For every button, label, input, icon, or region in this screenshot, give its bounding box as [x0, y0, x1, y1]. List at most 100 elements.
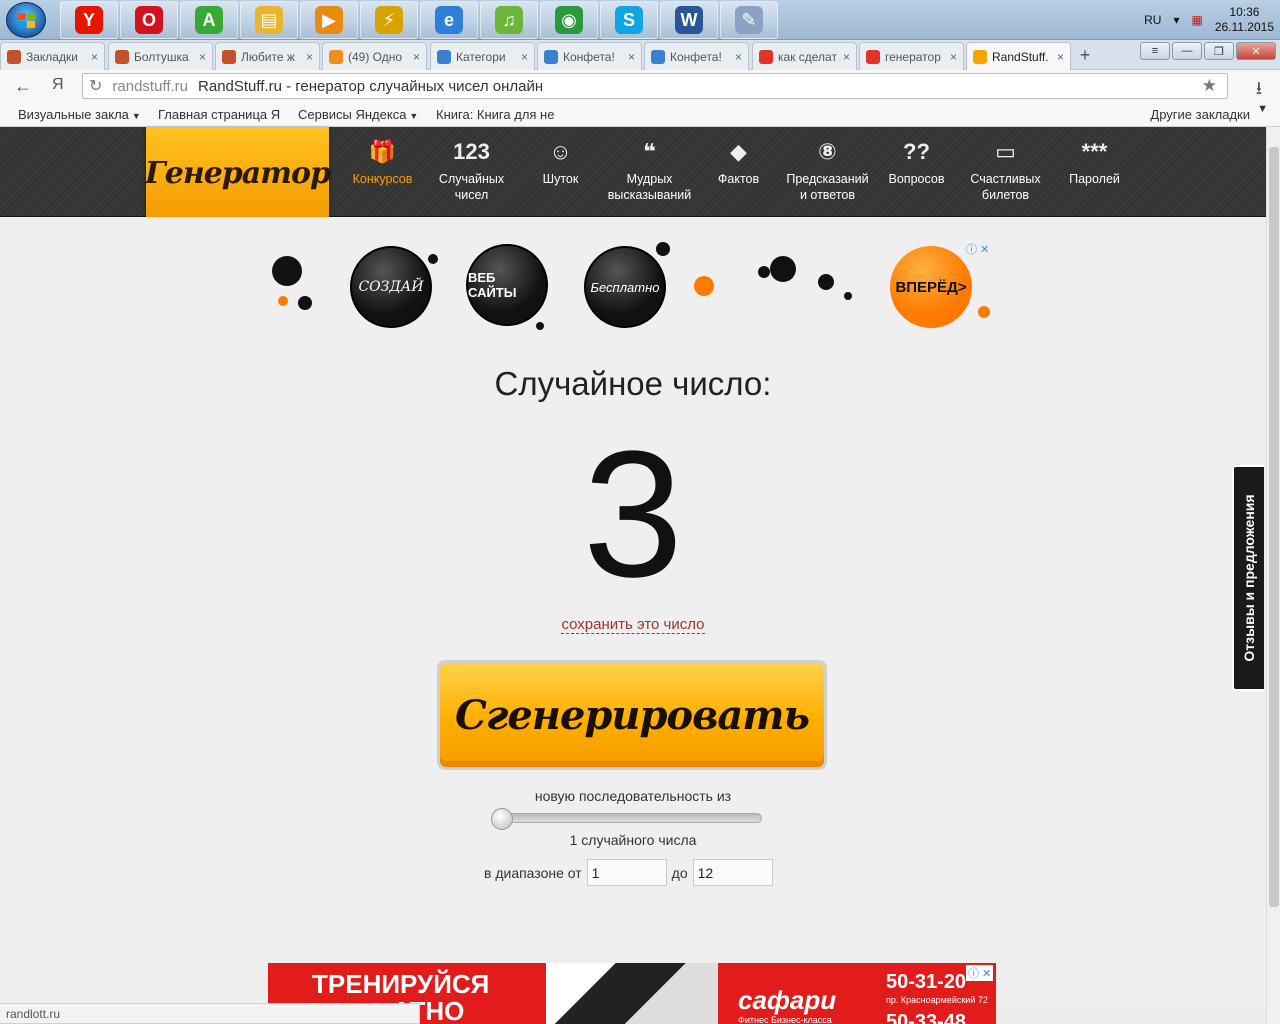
site-nav-item[interactable]: ◆ Фактов [694, 133, 783, 203]
count-label: 1 случайного числа [569, 832, 697, 848]
language-indicator[interactable]: RU [1144, 13, 1161, 27]
site-nav-item[interactable]: ☺ Шуток [516, 133, 605, 203]
tab-close-icon[interactable]: × [413, 50, 420, 64]
taskbar-app-green-app[interactable]: A [180, 1, 238, 39]
menu-icon[interactable]: ≡ [1140, 42, 1170, 60]
restore-icon[interactable]: ❐ [1204, 42, 1234, 60]
range-from-input[interactable] [586, 859, 667, 886]
minimize-icon[interactable]: — [1172, 42, 1202, 60]
clock-time: 10:36 [1229, 5, 1260, 19]
slider-knob[interactable] [491, 808, 513, 830]
bookmark-item[interactable]: Визуальные закла ▼ [18, 107, 141, 122]
scrollbar[interactable] [1266, 127, 1280, 1024]
browser-tab[interactable]: Закладки × [0, 42, 105, 70]
tab-label: Конфета! [563, 49, 615, 64]
reload-icon[interactable]: ↻ [89, 76, 102, 96]
other-bookmarks[interactable]: Другие закладки [1150, 107, 1250, 122]
tab-close-icon[interactable]: × [843, 50, 850, 64]
generate-button[interactable]: Сгенерировать [437, 660, 827, 770]
tab-label: Любите ж [241, 49, 295, 64]
taskbar-app-winamp[interactable]: ⚡ [360, 1, 418, 39]
taskbar-app-music-app[interactable]: ♫ [480, 1, 538, 39]
ad-close-icon[interactable]: ⓘ ✕ [966, 965, 994, 981]
site-nav-item[interactable]: 🎁 Конкурсов [338, 133, 427, 203]
browser-tab[interactable]: генератор × [859, 42, 964, 70]
tab-label: Категори [456, 49, 506, 64]
site-logo[interactable]: Генератор [145, 127, 331, 220]
site-nav-item[interactable]: 123 Случайных чисел [427, 133, 516, 203]
tab-close-icon[interactable]: × [199, 50, 206, 64]
taskbar-app-explorer[interactable]: ▤ [240, 1, 298, 39]
browser-tab[interactable]: как сделат × [752, 42, 857, 70]
save-number-link[interactable]: сохранить это число [561, 616, 705, 634]
browser-tab[interactable]: Конфета! × [537, 42, 642, 70]
favicon-icon [115, 49, 129, 64]
favicon-icon [759, 49, 773, 64]
tab-close-icon[interactable]: × [950, 50, 957, 64]
range-row: в диапазоне от до [484, 859, 778, 886]
browser-tab[interactable]: Категори × [430, 42, 535, 70]
windows-logo-icon [18, 13, 36, 29]
browser-tab[interactable]: Конфета! × [644, 42, 749, 70]
taskbar-app-word[interactable]: W [660, 1, 718, 39]
favicon-icon [7, 49, 21, 64]
taskbar-app-paint[interactable]: ✎ [720, 1, 778, 39]
tab-close-icon[interactable]: × [735, 50, 742, 64]
chevron-down-icon[interactable]: ▼ [1257, 103, 1268, 115]
new-tab-button[interactable]: + [1073, 46, 1097, 66]
tab-label: (49) Одно [348, 49, 403, 64]
taskbar-app-opera[interactable]: O [120, 1, 178, 39]
nav-label-2: высказываний [607, 188, 692, 202]
scrollbar-thumb[interactable] [1269, 147, 1279, 907]
start-button[interactable] [6, 2, 46, 38]
taskbar-app-internet-explorer[interactable]: e [420, 1, 478, 39]
generate-button-face: Сгенерировать [440, 663, 824, 767]
chevron-down-icon[interactable]: ▾ [1173, 13, 1179, 27]
taskbar-app-skype[interactable]: S [600, 1, 658, 39]
tab-close-icon[interactable]: × [628, 50, 635, 64]
site-nav-item[interactable]: ❝ Мудрых высказываний [605, 133, 694, 203]
browser-tab[interactable]: Болтушка × [108, 42, 213, 70]
tab-close-icon[interactable]: × [521, 50, 528, 64]
browser-tab[interactable]: RandStuff. × [966, 42, 1071, 71]
favicon-icon [544, 49, 558, 64]
range-to-input[interactable] [692, 859, 773, 886]
bookmark-item[interactable]: Сервисы Яндекса ▼ [298, 107, 418, 122]
ad-close-icon[interactable]: ⓘ ✕ [966, 241, 989, 257]
chevron-down-icon: ▼ [409, 111, 419, 121]
back-arrow-icon[interactable]: ← [14, 76, 32, 97]
ad-banner[interactable]: СОЗДАЙ ВЕБ САЙТЫ Бесплатно ВПЕРЁД> [268, 240, 998, 335]
taskbar-app-yandex-browser[interactable]: Y [60, 1, 118, 39]
url-host: randstuff.ru [112, 77, 189, 95]
site-nav-item[interactable]: ▭ Счастливых билетов [961, 133, 1050, 203]
close-icon[interactable]: ✕ [1236, 42, 1276, 60]
network-icon[interactable]: ▦ [1191, 13, 1202, 27]
tab-label: Болтушка [134, 49, 189, 64]
site-nav-item[interactable]: ?? Вопросов [872, 133, 961, 203]
tab-close-icon[interactable]: × [1057, 50, 1064, 64]
yandex-icon[interactable]: Я [52, 76, 64, 94]
ad-go-button[interactable]: ВПЕРЁД> [890, 246, 972, 328]
bottom-ad-sub: Фитнес Бизнес-класса [738, 1015, 832, 1024]
bookmark-item[interactable]: Главная страница Я [158, 107, 280, 122]
tab-close-icon[interactable]: × [306, 50, 313, 64]
browser-tab[interactable]: (49) Одно × [322, 42, 427, 70]
clock[interactable]: 10:36 26.11.2015 [1215, 5, 1274, 35]
bookmark-item[interactable]: Книга: Книга для не [436, 107, 554, 122]
internet-explorer-icon: e [435, 6, 463, 34]
site-header: Генератор 🎁 Конкурсов 123 Случайных чисел ☺ Шу… [0, 127, 1266, 220]
feedback-tab[interactable]: Отзывы и предложения [1232, 465, 1264, 691]
address-bar: ← Я ↻ randstuff.ru RandStuff.ru - генера… [0, 70, 1280, 102]
sequence-label: новую последовательность из [534, 788, 732, 804]
window-controls: ≡ — ❐ ✕ [1140, 42, 1276, 60]
count-slider[interactable] [491, 808, 762, 830]
star-icon[interactable]: ★ [1202, 76, 1217, 96]
site-nav-item[interactable]: *** Паролей [1050, 133, 1139, 203]
browser-tab[interactable]: Любите ж × [215, 42, 320, 70]
url-page-title: RandStuff.ru - генератор случайных чисел… [198, 77, 544, 95]
taskbar-app-chrome[interactable]: ◉ [540, 1, 598, 39]
taskbar-app-media-player[interactable]: ▶ [300, 1, 358, 39]
url-field[interactable]: ↻ randstuff.ru RandStuff.ru - генератор … [82, 73, 1228, 99]
tab-close-icon[interactable]: × [91, 50, 98, 64]
site-nav-item[interactable]: ⑧ Предсказаний и ответов [783, 133, 872, 203]
